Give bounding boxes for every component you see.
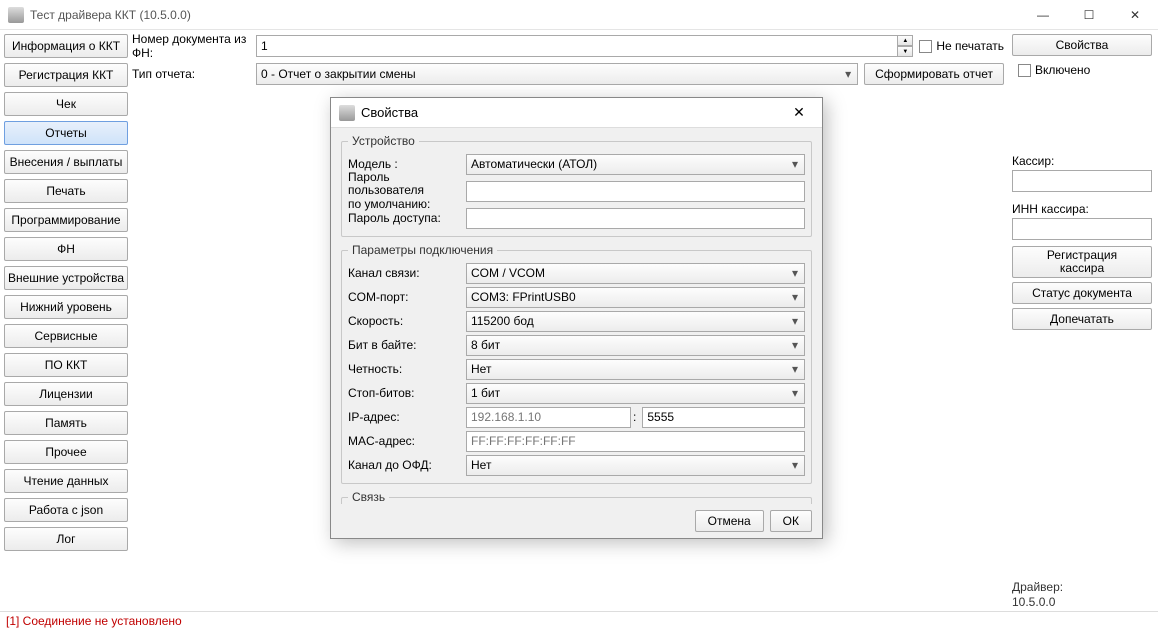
dialog-title: Свойства [361, 105, 776, 120]
register-cashier-button[interactable]: Регистрация кассира [1012, 246, 1152, 278]
app-icon [8, 7, 24, 23]
access-password-input[interactable] [466, 208, 805, 229]
sidebar-item[interactable]: Нижний уровень [4, 295, 128, 319]
channel-select[interactable]: COM / VCOM [466, 263, 805, 284]
enabled-label: Включено [1035, 63, 1090, 77]
sidebar-item[interactable]: Печать [4, 179, 128, 203]
no-print-label: Не печатать [936, 39, 1004, 53]
sidebar-item[interactable]: Сервисные [4, 324, 128, 348]
dialog-titlebar: Свойства ✕ [331, 98, 822, 128]
group-link: Связь Результат: Поиск Проверка связи Па… [341, 490, 812, 504]
sidebar-item[interactable]: Чтение данных [4, 469, 128, 493]
sidebar-item[interactable]: ПО ККТ [4, 353, 128, 377]
window-close-button[interactable]: ✕ [1112, 0, 1158, 30]
ofd-label: Канал до ОФД: [348, 458, 466, 472]
report-type-label: Тип отчета: [132, 67, 256, 81]
bits-select[interactable]: 8 бит [466, 335, 805, 356]
window-maximize-button[interactable]: ☐ [1066, 0, 1112, 30]
doc-number-label: Номер документа из ФН: [132, 32, 256, 60]
sidebar-item[interactable]: ФН [4, 237, 128, 261]
sidebar-item[interactable]: Информация о ККТ [4, 34, 128, 58]
generate-report-button[interactable]: Сформировать отчет [864, 63, 1004, 85]
group-device: Устройство Модель : Автоматически (АТОЛ)… [341, 134, 812, 237]
comport-select[interactable]: COM3: FPrintUSB0 [466, 287, 805, 308]
mac-input[interactable] [466, 431, 805, 452]
sidebar-item[interactable]: Память [4, 411, 128, 435]
doc-number-input[interactable] [256, 35, 897, 57]
speed-label: Скорость: [348, 314, 466, 328]
sidebar-item[interactable]: Чек [4, 92, 128, 116]
properties-dialog: Свойства ✕ Устройство Модель : Автоматич… [330, 97, 823, 539]
sidebar-item[interactable]: Лог [4, 527, 128, 551]
window-minimize-button[interactable]: — [1020, 0, 1066, 30]
dialog-icon [339, 105, 355, 121]
parity-label: Четность: [348, 362, 466, 376]
group-connection-legend: Параметры подключения [348, 243, 497, 257]
report-type-select[interactable]: 0 - Отчет о закрытии смены [256, 63, 858, 85]
cashier-input[interactable] [1012, 170, 1152, 192]
sidebar-item[interactable]: Работа с json [4, 498, 128, 522]
parity-select[interactable]: Нет [466, 359, 805, 380]
doc-status-button[interactable]: Статус документа [1012, 282, 1152, 304]
doprint-button[interactable]: Допечатать [1012, 308, 1152, 330]
sidebar-item[interactable]: Лицензии [4, 382, 128, 406]
window-title: Тест драйвера ККТ (10.5.0.0) [30, 8, 1020, 22]
report-type-value: 0 - Отчет о закрытии смены [261, 67, 416, 81]
spinner-down-button[interactable]: ▼ [897, 46, 913, 57]
user-password-label: Пароль пользователя по умолчанию: [348, 171, 466, 211]
connection-status: [1] Соединение не установлено [6, 614, 182, 628]
sidebar-item[interactable]: Внесения / выплаты [4, 150, 128, 174]
channel-label: Канал связи: [348, 266, 466, 280]
sidebar-item[interactable]: Внешние устройства [4, 266, 128, 290]
sidebar-item[interactable]: Отчеты [4, 121, 128, 145]
ofd-select[interactable]: Нет [466, 455, 805, 476]
doc-number-spinner[interactable]: ▲ ▼ [256, 35, 913, 57]
dialog-ok-button[interactable]: ОК [770, 510, 812, 532]
stopbits-select[interactable]: 1 бит [466, 383, 805, 404]
no-print-checkbox[interactable] [919, 40, 932, 53]
cashier-label: Кассир: [1012, 154, 1152, 168]
sidebar: Информация о ККТ Регистрация ККТ Чек Отчеты… [0, 30, 132, 611]
speed-select[interactable]: 115200 бод [466, 311, 805, 332]
group-connection: Параметры подключения Канал связи:COM / … [341, 243, 812, 484]
cashier-inn-input[interactable] [1012, 218, 1152, 240]
status-bar: [1] Соединение не установлено [0, 611, 1158, 631]
right-panel: Свойства Включено Кассир: ИНН кассира: Р… [1010, 30, 1158, 611]
cashier-inn-label: ИНН кассира: [1012, 202, 1152, 216]
ip-label: IP-адрес: [348, 410, 466, 424]
spinner-up-button[interactable]: ▲ [897, 35, 913, 46]
sidebar-item[interactable]: Прочее [4, 440, 128, 464]
bits-label: Бит в байте: [348, 338, 466, 352]
model-select[interactable]: Автоматически (АТОЛ) [466, 154, 805, 175]
comport-label: COM-порт: [348, 290, 466, 304]
group-link-legend: Связь [348, 490, 389, 504]
dialog-cancel-button[interactable]: Отмена [695, 510, 764, 532]
driver-version-block: Драйвер: 10.5.0.0 [1012, 580, 1152, 611]
model-label: Модель : [348, 157, 466, 171]
ip-input[interactable] [466, 407, 631, 428]
mac-label: MAC-адрес: [348, 434, 466, 448]
user-password-input[interactable] [466, 181, 805, 202]
access-password-label: Пароль доступа: [348, 211, 466, 225]
properties-button[interactable]: Свойства [1012, 34, 1152, 56]
window-titlebar: Тест драйвера ККТ (10.5.0.0) — ☐ ✕ [0, 0, 1158, 30]
sidebar-item[interactable]: Регистрация ККТ [4, 63, 128, 87]
enabled-checkbox[interactable] [1018, 64, 1031, 77]
dialog-close-button[interactable]: ✕ [776, 98, 822, 128]
stopbits-label: Стоп-битов: [348, 386, 466, 400]
group-device-legend: Устройство [348, 134, 419, 148]
ip-port-input[interactable] [642, 407, 805, 428]
sidebar-item[interactable]: Программирование [4, 208, 128, 232]
